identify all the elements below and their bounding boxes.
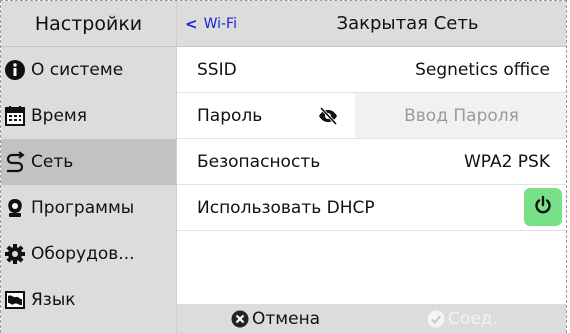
- network-panel: < Wi-Fi Закрытая Сеть SSID Segnetics off…: [177, 1, 566, 333]
- password-label: Пароль: [197, 105, 263, 126]
- security-row: Безопасность WPA2 PSK: [177, 139, 566, 185]
- panel-header: < Wi-Fi Закрытая Сеть: [177, 1, 566, 47]
- sidebar-item-label: Сеть: [31, 152, 74, 172]
- eye-slash-icon[interactable]: [317, 105, 339, 127]
- sidebar-item-label: О системе: [31, 60, 124, 80]
- panel-footer: Отмена Соед.: [177, 304, 566, 333]
- network-icon: [4, 151, 26, 173]
- map-icon: [4, 289, 26, 311]
- dhcp-toggle-button[interactable]: [524, 188, 562, 226]
- power-icon: [533, 195, 553, 220]
- sidebar-item-about[interactable]: О системе: [1, 47, 176, 93]
- ssid-row: SSID Segnetics office: [177, 47, 566, 93]
- info-icon: [4, 59, 26, 81]
- apps-icon: [4, 197, 26, 219]
- cancel-label: Отмена: [252, 309, 321, 329]
- password-input[interactable]: Ввод Пароля: [355, 93, 566, 138]
- check-circle-icon: [427, 310, 445, 328]
- settings-window: Настройки О системе Время Сеть Программы: [0, 0, 567, 333]
- sidebar-item-label: Время: [31, 106, 87, 126]
- sidebar-title: Настройки: [1, 1, 176, 47]
- dhcp-label: Использовать DHCP: [197, 197, 375, 218]
- settings-sidebar: Настройки О системе Время Сеть Программы: [1, 1, 177, 333]
- ssid-label: SSID: [197, 59, 237, 80]
- sidebar-more-icon: [5, 327, 19, 333]
- sidebar-item-label: Оборудов...: [31, 244, 135, 264]
- sidebar-item-hardware[interactable]: Оборудов...: [1, 231, 176, 277]
- page-title: Закрытая Сеть: [336, 13, 479, 34]
- calendar-icon: [4, 105, 26, 127]
- ssid-value: Segnetics office: [415, 59, 550, 80]
- sidebar-item-programs[interactable]: Программы: [1, 185, 176, 231]
- security-label: Безопасность: [197, 151, 321, 172]
- sidebar-item-time[interactable]: Время: [1, 93, 176, 139]
- dhcp-row: Использовать DHCP: [177, 185, 566, 231]
- sidebar-item-label: Язык: [31, 290, 76, 310]
- security-value[interactable]: WPA2 PSK: [464, 152, 550, 172]
- sidebar-item-language[interactable]: Язык: [1, 277, 176, 323]
- gear-icon: [4, 243, 26, 265]
- connect-label: Соед.: [448, 309, 498, 329]
- sidebar-item-label: Программы: [31, 198, 135, 218]
- password-row: Пароль Ввод Пароля: [177, 93, 566, 139]
- cancel-button[interactable]: Отмена: [231, 304, 320, 333]
- close-circle-icon: [231, 310, 249, 328]
- sidebar-item-network[interactable]: Сеть: [1, 139, 176, 185]
- connect-button[interactable]: Соед.: [427, 304, 498, 333]
